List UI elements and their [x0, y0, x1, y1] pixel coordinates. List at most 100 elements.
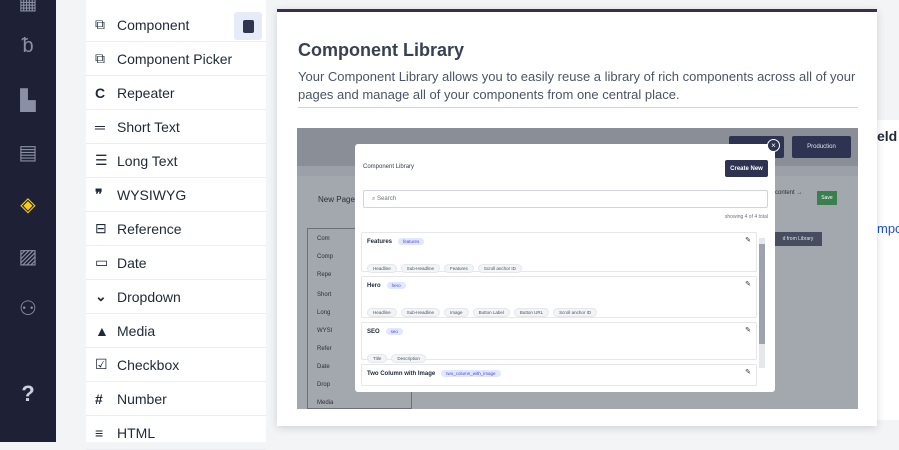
field-type-label: Reference	[117, 220, 182, 237]
layout-icon[interactable]: ▤	[0, 132, 56, 172]
field-type-label: Checkbox	[117, 356, 180, 373]
chip: Description	[391, 354, 426, 363]
component-library-popover: Component Library Your Component Library…	[277, 9, 877, 426]
field-type-date[interactable]: ▭ Date	[86, 246, 266, 280]
quote-icon: ❞	[95, 186, 103, 202]
reference-icon: ⊟	[95, 220, 107, 236]
behind-text: eld	[877, 128, 898, 144]
modal-search-placeholder: Search	[377, 196, 397, 202]
field-type-reference[interactable]: ⊟ Reference	[86, 212, 266, 246]
modal-count: showing 4 of 4 total	[724, 214, 768, 220]
layers-plus-icon: ⧉	[95, 50, 105, 66]
preview-bg-item: Date	[317, 364, 330, 370]
help-icon[interactable]: ?	[0, 374, 56, 414]
html-icon: ≡	[95, 424, 104, 441]
modal-row: Two Column with Image two_column_with_ima…	[361, 364, 757, 386]
field-type-checkbox[interactable]: ☑ Checkbox	[86, 348, 266, 382]
row-chips: Title Description	[367, 347, 430, 365]
preview-bg-item: Media	[317, 400, 334, 406]
field-type-label: Repeater	[117, 84, 175, 101]
row-name: Hero hero	[367, 282, 406, 289]
users-icon[interactable]: ⚇	[0, 288, 56, 328]
preview-bg-item: Long	[317, 310, 331, 316]
behind-panel: eld mpc	[877, 120, 899, 420]
field-type-label: Media	[117, 322, 156, 339]
preview-production-label: Production	[807, 144, 836, 150]
field-type-repeater[interactable]: C Repeater	[86, 76, 266, 110]
modal-row: Features features ✎ Headline Sub-Headline F…	[361, 232, 757, 275]
field-type-label: Short Text	[117, 118, 180, 135]
row-name: SEO seo	[367, 328, 403, 335]
chip: Title	[367, 354, 388, 363]
pencil-icon: ✎	[745, 281, 751, 288]
flow-icon[interactable]: ▦	[0, 0, 56, 22]
pencil-icon: ✎	[745, 237, 751, 244]
row-chips: Headline Sub-Headline Image Button Label But…	[367, 301, 601, 319]
preview-screenshot: Production New Page content → Save Com C…	[297, 128, 858, 409]
popover-description: Your Component Library allows you to eas…	[298, 69, 856, 102]
field-type-label: Component Picker	[117, 50, 233, 67]
chip: Scroll anchor ID	[477, 264, 522, 273]
divider	[298, 107, 858, 108]
book-icon[interactable]	[234, 12, 262, 40]
field-type-component[interactable]: ⧉ Component	[86, 8, 266, 42]
preview-save-button: Save	[817, 191, 837, 205]
checkbox-icon: ☑	[95, 356, 108, 372]
preview-bg-item: Com	[317, 236, 330, 242]
field-type-label: HTML	[117, 424, 156, 441]
media-icon[interactable]: ▨	[0, 236, 56, 276]
close-icon: ×	[767, 139, 780, 152]
field-type-list: ⧉ Component ⧉ Component Picker C Repeate…	[86, 0, 266, 450]
nav-rail: ▦ ᵬ ▙ ▤ ◈ ▨ ⚇ ?	[0, 0, 56, 442]
chip: Button Label	[472, 308, 510, 317]
modal-row: Hero hero ✎ Headline Sub-Headline Image Butt…	[361, 276, 757, 318]
repeat-icon: C	[95, 84, 106, 101]
chip: Headline	[367, 264, 397, 273]
behind-link[interactable]: mpc	[877, 221, 899, 236]
row-chips: Headline Sub-Headline Features Scroll ancho…	[367, 257, 526, 275]
chip: Image	[444, 308, 469, 317]
preview-from-library: d from Library	[774, 232, 822, 246]
chip: Sub-Headline	[400, 264, 441, 273]
hash-icon: #	[95, 390, 103, 407]
chevron-down-icon: ⌄	[95, 288, 107, 304]
field-type-label: Dropdown	[117, 288, 181, 305]
pencil-icon: ✎	[745, 327, 751, 334]
chip: Button URL	[513, 308, 550, 317]
preview-bg-item: Refer	[317, 346, 332, 352]
field-type-html[interactable]: ≡ HTML	[86, 416, 266, 450]
row-name: Features features	[367, 238, 425, 245]
modal-scrollbar	[759, 238, 765, 368]
field-type-short-text[interactable]: ═ Short Text	[86, 110, 266, 144]
row-badge: hero	[386, 282, 406, 289]
field-type-long-text[interactable]: ☰ Long Text	[86, 144, 266, 178]
cubes-icon[interactable]: ◈	[0, 184, 56, 224]
chip: Sub-Headline	[400, 308, 441, 317]
row-badge: two_column_with_image	[441, 370, 501, 377]
row-badge: features	[398, 238, 425, 245]
preview-content-link: content →	[775, 190, 803, 196]
field-type-label: Date	[117, 254, 147, 271]
chip: Headline	[367, 308, 397, 317]
pencil-icon: ✎	[745, 369, 751, 376]
image-icon: ▲	[95, 322, 109, 339]
field-type-label: Long Text	[117, 152, 178, 169]
field-type-dropdown[interactable]: ⌄ Dropdown	[86, 280, 266, 314]
popover-title: Component Library	[298, 40, 465, 60]
preview-bg-item: WYSI	[317, 328, 333, 334]
preview-bg-item: Drop	[317, 382, 331, 388]
preview-new-page: New Page	[318, 195, 355, 204]
preview-modal: × Component Library Create New ⌕ Search …	[355, 139, 780, 392]
short-text-icon: ═	[95, 118, 105, 135]
field-type-component-picker[interactable]: ⧉ Component Picker	[86, 42, 266, 76]
field-type-wysiwyg[interactable]: ❞ WYSIWYG	[86, 178, 266, 212]
page-icon[interactable]: ▙	[0, 80, 56, 120]
wifi-icon[interactable]: ᵬ	[0, 26, 56, 66]
field-type-number[interactable]: # Number	[86, 382, 266, 416]
preview-bg-item: Comp	[317, 254, 334, 260]
preview-bg-item: Short	[317, 292, 332, 298]
field-type-media[interactable]: ▲ Media	[86, 314, 266, 348]
preview-bg-item: Repe	[317, 272, 332, 278]
row-badge: seo	[385, 328, 403, 335]
field-type-label: WYSIWYG	[117, 186, 187, 203]
